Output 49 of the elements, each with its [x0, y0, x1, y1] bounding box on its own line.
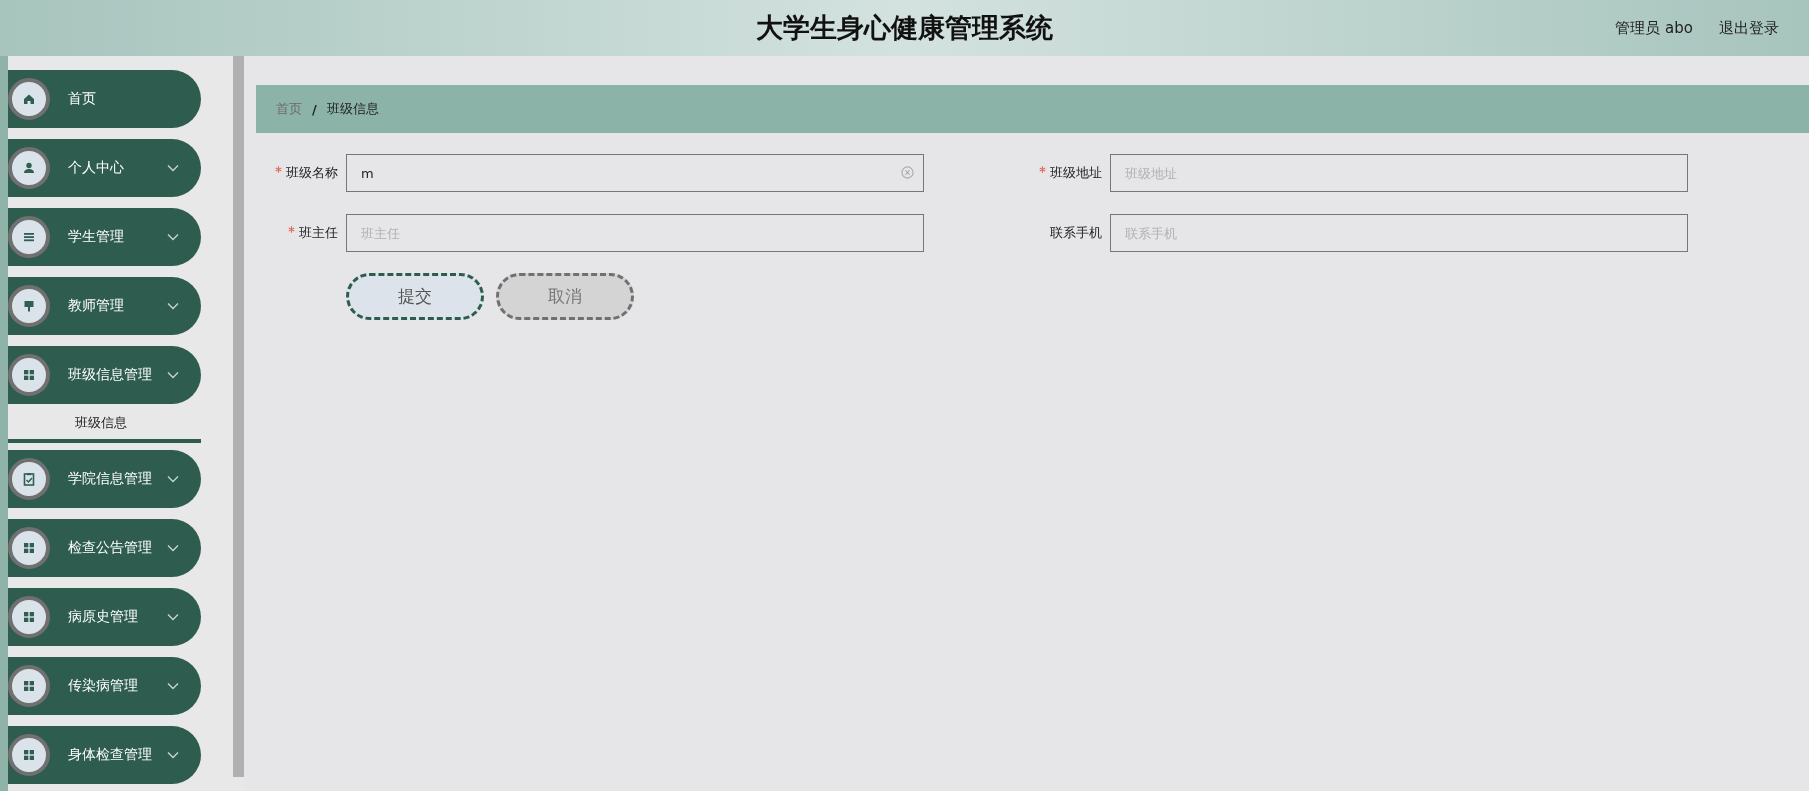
menu-label: 身体检查管理	[68, 746, 153, 764]
chevron-down-icon	[167, 613, 179, 621]
chevron-down-icon	[167, 302, 179, 310]
field-label: 班主任	[299, 225, 338, 240]
menu-label: 传染病管理	[68, 677, 139, 695]
breadcrumb-current: 班级信息	[326, 100, 379, 118]
field-label: 联系手机	[1050, 225, 1102, 240]
menu-item[interactable]: 病原史管理	[8, 588, 201, 646]
clipboard-check-icon	[21, 471, 37, 487]
clear-icon[interactable]	[901, 166, 914, 179]
chevron-down-icon	[167, 682, 179, 690]
menu-item[interactable]: 学生管理	[8, 208, 201, 266]
menu-item[interactable]: 班级信息管理	[8, 346, 201, 404]
field-label: 班级名称	[286, 165, 338, 180]
menu-label: 教师管理	[68, 297, 125, 315]
chevron-down-icon	[167, 164, 179, 172]
user-label: 管理员 abo	[1615, 18, 1693, 38]
menu-item[interactable]: 教师管理	[8, 277, 201, 335]
person-icon	[21, 160, 37, 176]
chevron-down-icon	[167, 371, 179, 379]
menu-label: 班级信息管理	[68, 366, 153, 384]
grid-icon	[21, 367, 37, 383]
menu-label: 检查公告管理	[68, 539, 153, 557]
text-field[interactable]: m	[346, 154, 924, 192]
menu-label: 学院信息管理	[68, 470, 153, 488]
grid-icon	[21, 678, 37, 694]
menu-label: 首页	[68, 90, 97, 108]
menu-label: 个人中心	[68, 159, 125, 177]
grid-icon	[21, 540, 37, 556]
breadcrumb-separator: /	[312, 101, 317, 117]
chevron-down-icon	[167, 544, 179, 552]
app-title: 大学生身心健康管理系统	[756, 11, 1053, 45]
submenu-item[interactable]: 班级信息	[8, 407, 201, 443]
menu-label: 学生管理	[68, 228, 125, 246]
menu-item[interactable]: 个人中心	[8, 139, 201, 197]
grid-icon	[21, 609, 37, 625]
menu-item[interactable]: 学院信息管理	[8, 450, 201, 508]
chevron-down-icon	[167, 475, 179, 483]
chevron-down-icon	[167, 751, 179, 759]
chevron-down-icon	[167, 233, 179, 241]
menu-item[interactable]: 检查公告管理	[8, 519, 201, 577]
field-label: 班级地址	[1050, 165, 1102, 180]
form-button[interactable]: 提交	[346, 273, 484, 320]
grid-icon	[21, 747, 37, 763]
menu-label: 病原史管理	[68, 608, 139, 626]
menu-item[interactable]: 身体检查管理	[8, 726, 201, 784]
menu-item[interactable]: 传染病管理	[8, 657, 201, 715]
logout-link[interactable]: 退出登录	[1719, 18, 1779, 38]
menu-item[interactable]: 首页	[8, 70, 201, 128]
